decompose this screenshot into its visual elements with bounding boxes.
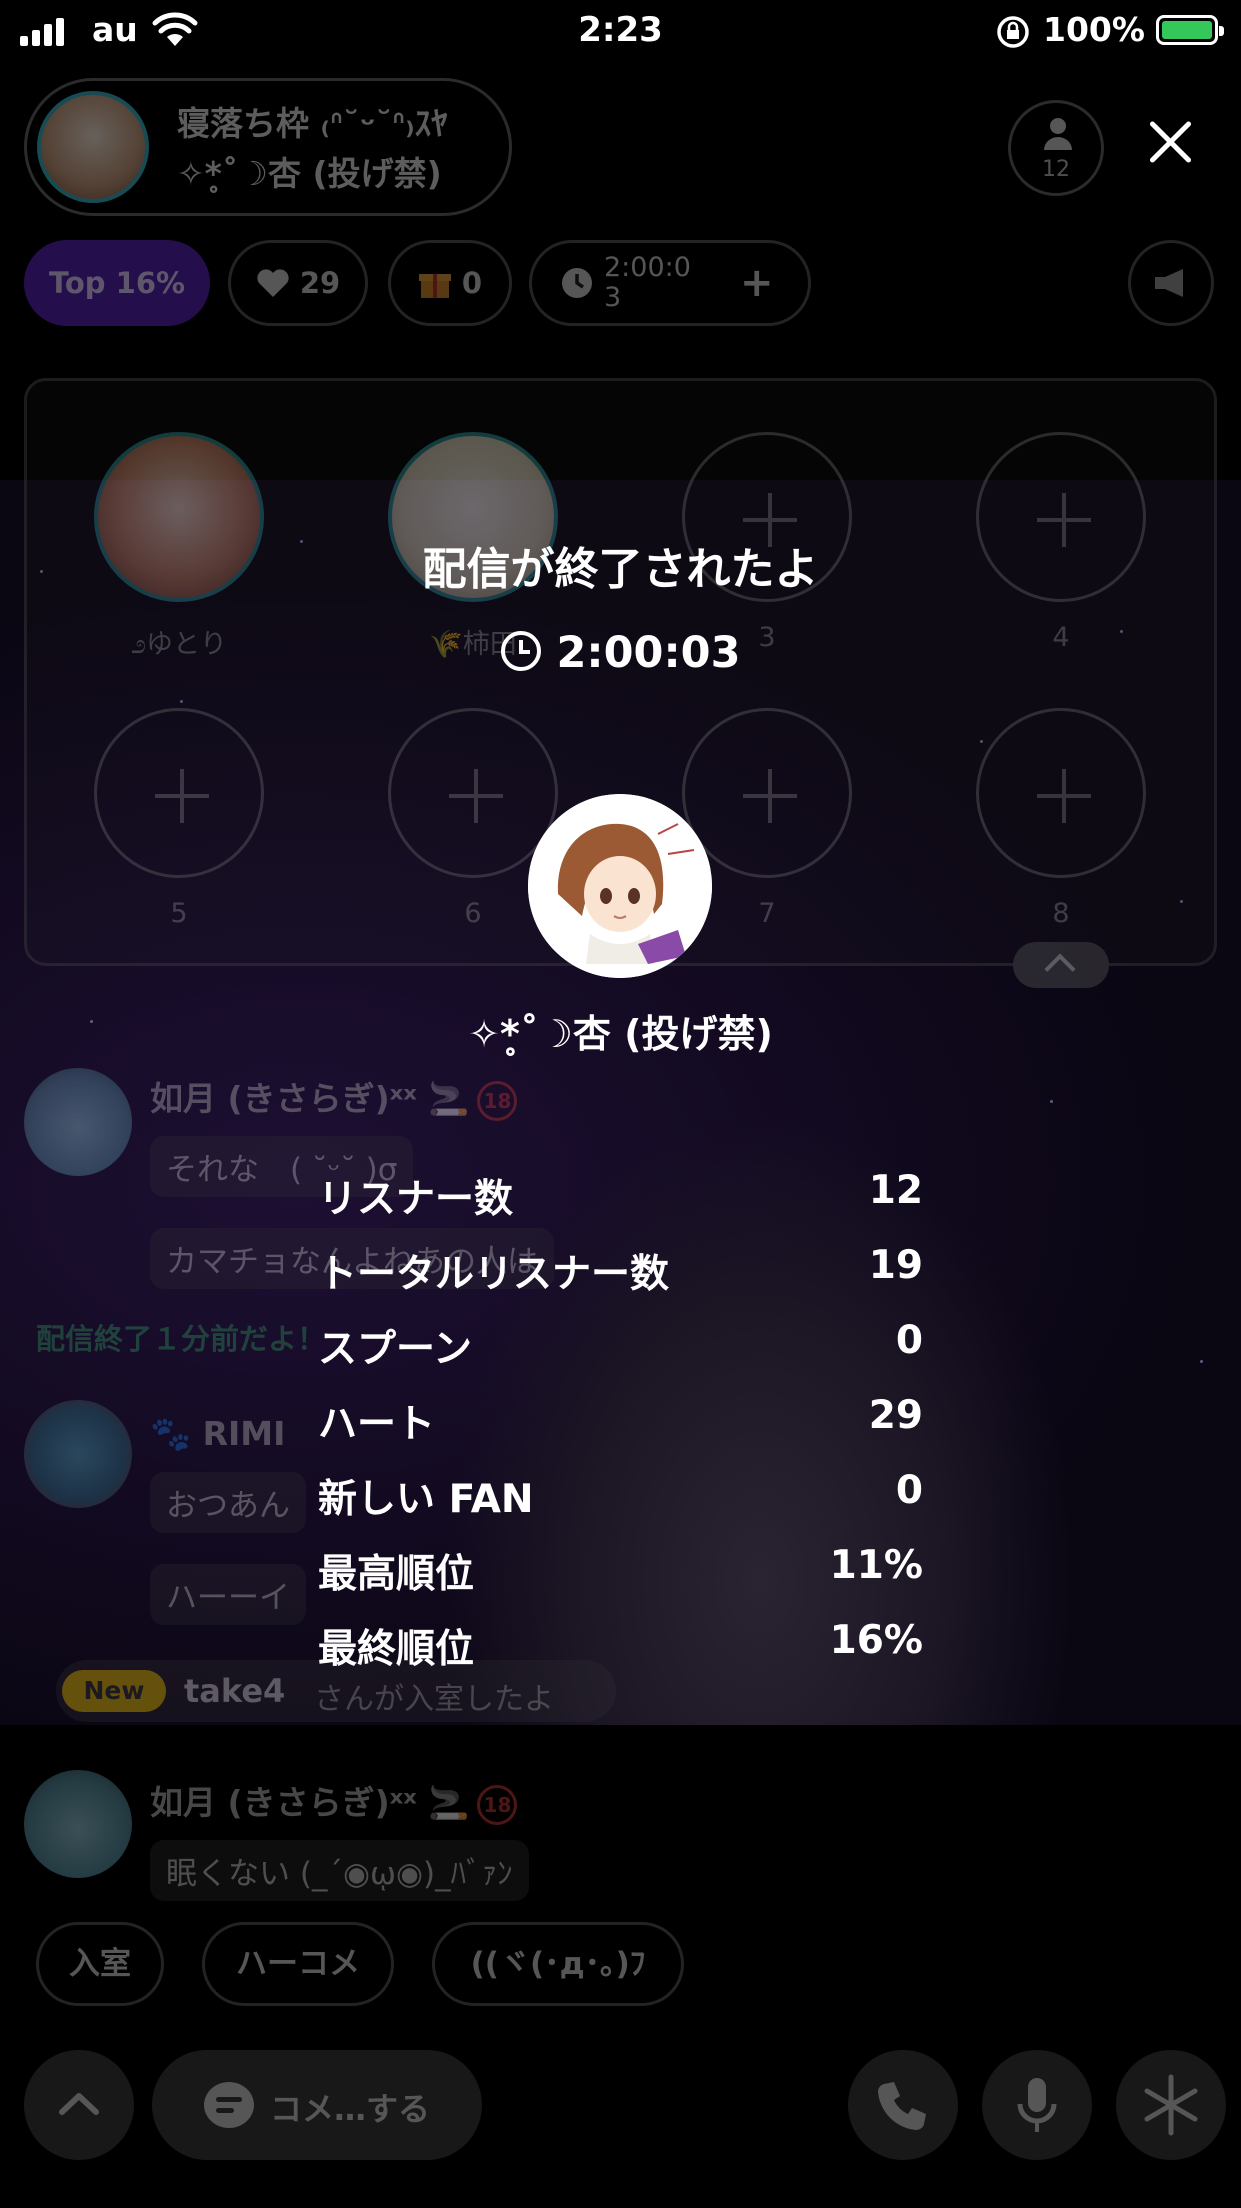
- broadcast-duration: 2:00:03: [0, 628, 1241, 678]
- chat-avatar[interactable]: [24, 1400, 132, 1508]
- quick-enter-button[interactable]: 入室: [36, 1922, 164, 2006]
- comment-label: コメ…する: [270, 2090, 431, 2128]
- stat-value: 0: [895, 1318, 923, 1363]
- chat-message: ハーーイ: [150, 1564, 306, 1625]
- stat-total-listeners: トータルリスナー数 19: [318, 1243, 923, 1318]
- chat-avatar[interactable]: [24, 1068, 132, 1176]
- status-bar: au 2:23 100%: [0, 0, 1241, 62]
- live-stats-row: Top 16% 29 0 2:00:0 3 +: [0, 240, 1241, 326]
- battery-icon: [1156, 15, 1224, 45]
- timer-chip[interactable]: 2:00:0 3 +: [529, 240, 811, 326]
- stat-hearts: ハート 29: [318, 1393, 923, 1468]
- host-profile-pill[interactable]: 寝落ち枠 ₍ᐢ˘ᵕ˘ᐢ₎ｽﾔ ✧*̥˚☽杏 (投げ禁): [24, 78, 512, 216]
- dj-name: ✧*̥˚☽杏 (投げ禁): [468, 1012, 773, 1056]
- hearts-chip[interactable]: 29: [228, 240, 368, 326]
- stat-label: トータルリスナー数: [318, 1252, 670, 1297]
- phone-icon: [877, 2082, 926, 2131]
- stat-new-fans: 新しい FAN 0: [318, 1468, 923, 1543]
- expand-button[interactable]: [24, 2050, 134, 2160]
- new-badge: New: [62, 1670, 166, 1712]
- listener-count: 12: [1042, 157, 1070, 182]
- seat-7[interactable]: [682, 708, 852, 878]
- megaphone-button[interactable]: [1128, 240, 1214, 326]
- timer-value: 2:00:0 3: [604, 252, 691, 313]
- stat-label: 新しい FAN: [318, 1477, 534, 1522]
- comment-bubble-icon: [204, 2082, 254, 2128]
- close-button[interactable]: [1140, 112, 1200, 172]
- chevron-up-icon: [59, 2093, 99, 2115]
- stat-label: リスナー数: [318, 1177, 514, 1222]
- stat-value: 19: [868, 1243, 923, 1288]
- snowflake-icon: [1144, 2074, 1198, 2136]
- chat-username[interactable]: 如月 (きさらぎ)ˣˣ 🚬 18: [150, 1776, 518, 1825]
- listener-count-button[interactable]: 12: [1008, 100, 1104, 196]
- broadcast-stats: リスナー数 12 トータルリスナー数 19 スプーン 0 ハート 29 新しい FAN 0…: [318, 1168, 923, 1693]
- join-username[interactable]: take4: [184, 1672, 285, 1710]
- age-18-badge: 18: [477, 1784, 518, 1825]
- comment-button[interactable]: コメ…する: [152, 2050, 482, 2160]
- heart-icon: [257, 269, 289, 297]
- chat-message: 眠くない (_´◉ῳ◉)_ﾊﾞｧﾝ: [150, 1840, 529, 1901]
- top-rank-label: Top 16%: [48, 266, 186, 300]
- seat-6[interactable]: [388, 708, 558, 878]
- quick-emote-button[interactable]: ((ヾ(･д･｡)ﾌ: [432, 1922, 684, 2006]
- clock-icon: [500, 631, 541, 671]
- clock-icon: [562, 268, 592, 298]
- chat-message: おつあん: [150, 1472, 306, 1533]
- hearts-count: 29: [299, 266, 341, 300]
- host-avatar[interactable]: [37, 91, 149, 203]
- rotation-lock-icon: [997, 16, 1029, 48]
- top-rank-chip[interactable]: Top 16%: [24, 240, 210, 326]
- add-time-icon[interactable]: +: [740, 260, 774, 306]
- stat-value: 11%: [829, 1543, 923, 1588]
- dj-avatar: [528, 794, 712, 978]
- person-icon: [1044, 118, 1072, 150]
- quick-heart-comment-button[interactable]: ハーコメ: [202, 1922, 394, 2006]
- stat-spoons: スプーン 0: [318, 1318, 923, 1393]
- seat-label: 8: [1052, 898, 1070, 929]
- effects-button[interactable]: [1116, 2050, 1226, 2160]
- stat-final-rank: 最終順位 16%: [318, 1618, 923, 1693]
- collapse-seats-button[interactable]: [1013, 942, 1109, 988]
- gifts-count: 0: [461, 266, 483, 300]
- stat-label: 最高順位: [318, 1552, 475, 1597]
- stat-listeners: リスナー数 12: [318, 1168, 923, 1243]
- gift-icon: [418, 274, 451, 298]
- microphone-icon: [1017, 2078, 1057, 2132]
- seat-8[interactable]: [976, 708, 1146, 878]
- host-name: ✧*̥˚☽杏 (投げ禁): [177, 154, 442, 193]
- stat-label: ハート: [318, 1402, 436, 1447]
- stat-best-rank: 最高順位 11%: [318, 1543, 923, 1618]
- age-18-badge: 18: [477, 1080, 518, 1121]
- stat-label: 最終順位: [318, 1627, 475, 1672]
- seat-label: 5: [170, 898, 188, 929]
- stat-value: 29: [868, 1393, 923, 1438]
- battery-percent: 100%: [1043, 10, 1145, 49]
- megaphone-icon: [1155, 269, 1183, 297]
- gifts-chip[interactable]: 0: [388, 240, 512, 326]
- dj-avatar-illustration: [528, 794, 712, 978]
- stat-value: 0: [895, 1468, 923, 1513]
- chat-username[interactable]: 如月 (きさらぎ)ˣˣ 🚬 18: [150, 1072, 518, 1121]
- mic-button[interactable]: [982, 2050, 1092, 2160]
- system-notice: 配信終了１分前だよ！: [36, 1322, 327, 1356]
- chat-username[interactable]: 🐾 RIMI: [150, 1414, 285, 1454]
- stat-label: スプーン: [318, 1327, 473, 1372]
- stat-value: 12: [868, 1168, 923, 1213]
- call-button[interactable]: [848, 2050, 958, 2160]
- broadcast-ended-title: 配信が終了されたよ: [422, 544, 819, 595]
- seat-5[interactable]: [94, 708, 264, 878]
- chat-avatar[interactable]: [24, 1770, 132, 1878]
- room-title: 寝落ち枠 ₍ᐢ˘ᵕ˘ᐢ₎ｽﾔ: [177, 104, 448, 143]
- stat-value: 16%: [829, 1618, 923, 1663]
